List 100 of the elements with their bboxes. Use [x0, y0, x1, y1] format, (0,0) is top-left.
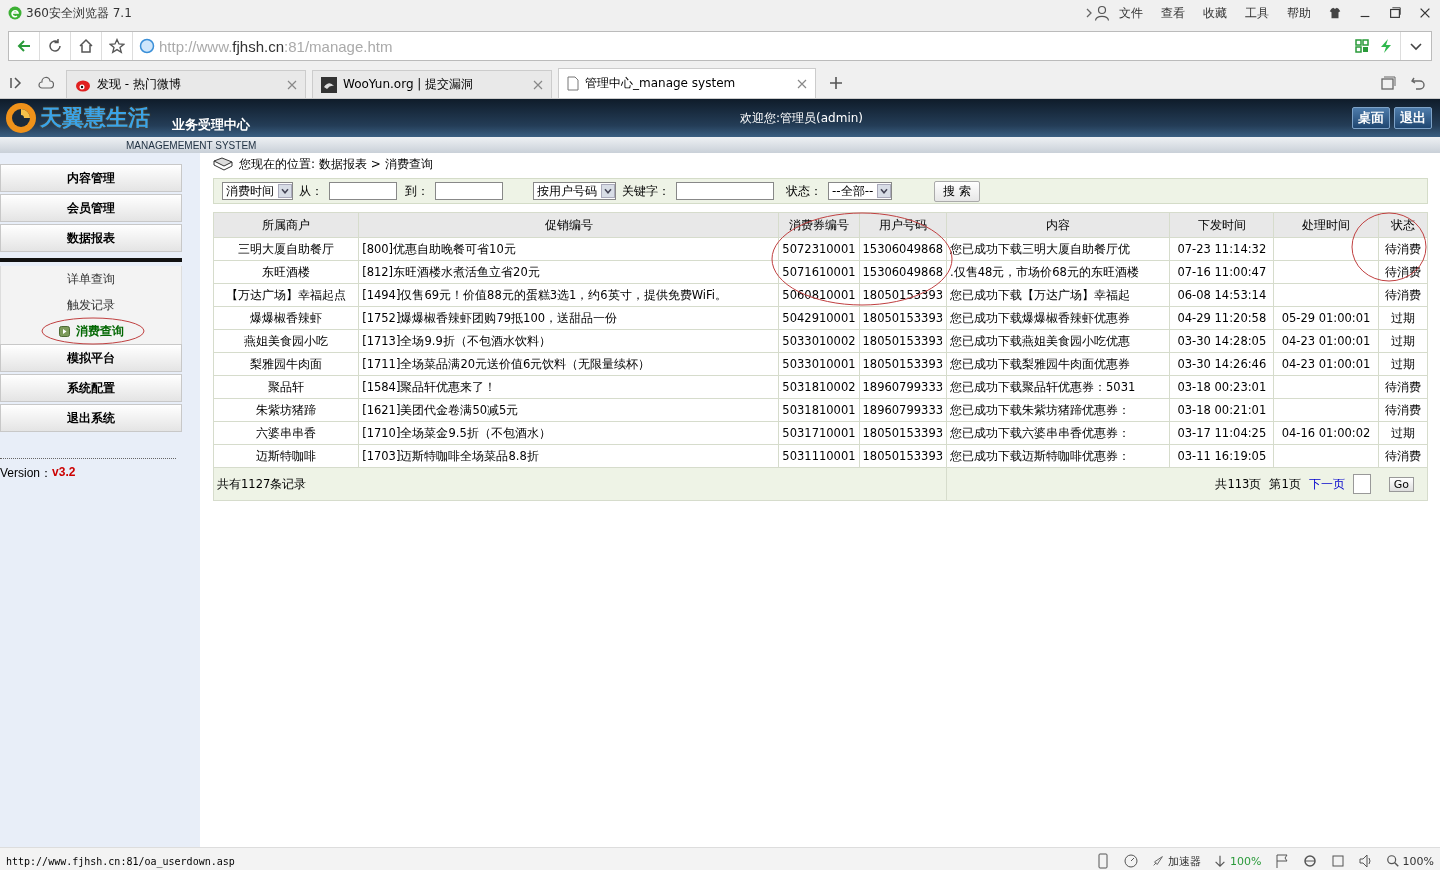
back-icon[interactable]: [16, 38, 32, 54]
table-cell: 04-23 01:00:01: [1273, 329, 1379, 353]
status-url: http://www.fjhsh.cn:81/oa_userdown.asp: [6, 855, 235, 867]
menu-item[interactable]: 查看: [1152, 4, 1194, 22]
table-cell: [812]东旺酒楼水煮活鱼立省20元: [358, 260, 779, 284]
table-cell: 5072310001: [778, 237, 860, 261]
status-label: 状态：: [786, 182, 822, 200]
sidebar-menu-button[interactable]: 模拟平台: [0, 344, 182, 372]
new-tab-icon[interactable]: [828, 75, 844, 91]
table-cell: [1711]全场菜品满20元送价值6元饮料（无限量续杯）: [358, 352, 779, 376]
tab-list-icon[interactable]: [1380, 75, 1396, 91]
column-header: 内容: [946, 212, 1170, 238]
next-page-link[interactable]: 下一页: [1308, 476, 1345, 492]
table-cell: 待消费: [1378, 237, 1428, 261]
speaker-icon[interactable]: [1357, 853, 1374, 869]
from-date-field[interactable]: [329, 182, 397, 200]
star-icon[interactable]: [109, 38, 125, 54]
maximize-icon[interactable]: [1388, 6, 1402, 20]
table-cell: 5071610001: [778, 260, 860, 284]
flag-icon[interactable]: [1273, 853, 1290, 869]
table-cell: 待消费: [1378, 260, 1428, 284]
logo-text: 天翼慧生活: [40, 104, 150, 132]
table-cell: 待消费: [1378, 375, 1428, 399]
table-cell: 5031710001: [778, 421, 860, 445]
version-label: Version：: [0, 465, 53, 482]
tab-close-icon[interactable]: [797, 78, 807, 89]
to-date-field[interactable]: [435, 182, 503, 200]
search-by-select[interactable]: 按用户号码: [533, 182, 616, 200]
menu-item[interactable]: 工具: [1236, 4, 1278, 22]
table-cell: 【万达广场】幸福起点: [213, 283, 359, 307]
column-header: 促销编号: [358, 212, 779, 238]
sidebar-menu-button[interactable]: 数据报表: [0, 224, 182, 252]
reload-icon[interactable]: [47, 38, 63, 54]
url-text: http://www.fjhsh.cn:81/manage.htm: [159, 37, 393, 55]
browser-tab[interactable]: WooYun.org | 提交漏洞: [312, 70, 552, 98]
table-cell: 待消费: [1378, 283, 1428, 307]
sidebar-menu-button[interactable]: 系统配置: [0, 374, 182, 402]
sidebar-toggle-icon[interactable]: [8, 75, 24, 91]
menu-item[interactable]: 帮助: [1278, 4, 1320, 22]
menu-item[interactable]: 文件: [1110, 4, 1152, 22]
to-label: 到：: [405, 182, 429, 200]
cloud-icon[interactable]: [38, 75, 54, 91]
page-count: 共113页: [1215, 476, 1262, 492]
user-icon[interactable]: [1094, 5, 1110, 21]
browser-tab[interactable]: 发现 - 热门微博: [66, 70, 306, 98]
shirt-icon[interactable]: [1328, 6, 1342, 20]
address-bar[interactable]: http://www.fjhsh.cn:81/manage.htm: [8, 31, 1432, 61]
lightning-icon[interactable]: [1378, 38, 1394, 54]
table-cell: 05-29 01:00:01: [1273, 306, 1379, 330]
table-cell: 您已成功下载梨雅园牛肉面优惠券: [946, 352, 1170, 376]
from-label: 从：: [299, 182, 323, 200]
table-cell: 03-30 14:28:05: [1169, 329, 1274, 353]
chevron-right-icon[interactable]: [1084, 6, 1094, 20]
table-cell: 03-18 00:21:01: [1169, 398, 1274, 422]
site-logo-icon: [321, 76, 337, 93]
tab-close-icon[interactable]: [533, 79, 543, 90]
table-cell: 三明大厦自助餐厅: [213, 237, 359, 261]
table-cell: 18050153393: [859, 421, 947, 445]
sidebar-menu-button[interactable]: 退出系统: [0, 404, 182, 432]
sidebar-item[interactable]: 详单查询: [0, 266, 182, 292]
accelerator-button[interactable]: 加速器: [1151, 853, 1202, 869]
sidebar-menu-button[interactable]: 内容管理: [0, 164, 182, 192]
table-cell: 5031810002: [778, 375, 860, 399]
zoom-button[interactable]: 100%: [1385, 854, 1434, 868]
table-cell: 您已成功下载三明大厦自助餐厅优: [946, 237, 1170, 261]
browser-tab[interactable]: 管理中心_manage system: [558, 68, 816, 98]
date-type-select[interactable]: 消费时间: [222, 182, 293, 200]
speed-icon[interactable]: [1123, 853, 1140, 869]
go-button[interactable]: Go: [1388, 476, 1414, 492]
sidebar-menu-button[interactable]: 会员管理: [0, 194, 182, 222]
tab-close-icon[interactable]: [287, 79, 297, 90]
sidebar-item[interactable]: 触发记录: [0, 292, 182, 318]
table-cell: 03-18 00:23:01: [1169, 375, 1274, 399]
globe-icon: [139, 38, 155, 54]
table-cell: 六婆串串香: [213, 421, 359, 445]
table-cell: 东旺酒楼: [213, 260, 359, 284]
search-icon[interactable]: [1385, 854, 1400, 868]
status-select[interactable]: --全部--: [828, 182, 893, 200]
undo-icon[interactable]: [1410, 75, 1426, 91]
home-icon[interactable]: [78, 38, 94, 54]
table-cell: 您已成功下载朱紫坊猪蹄优惠券：: [946, 398, 1170, 422]
search-button[interactable]: 搜 索: [934, 180, 981, 202]
sidebar-item[interactable]: 消费查询: [0, 318, 182, 344]
header-button[interactable]: 退出: [1394, 107, 1432, 129]
table-cell: .仅售48元，市场价68元的东旺酒楼: [946, 260, 1170, 284]
table-cell: 5042910001: [778, 306, 860, 330]
close-icon[interactable]: [1418, 6, 1432, 20]
keyword-field[interactable]: [676, 182, 774, 200]
system-subtitle: 业务受理中心: [172, 116, 250, 134]
download-arrow-icon[interactable]: [1213, 854, 1228, 868]
table-cell: [1710]全场菜金9.5折（不包酒水）: [358, 421, 779, 445]
page-number-field[interactable]: [1352, 474, 1371, 494]
table-cell: 04-23 01:00:01: [1273, 352, 1379, 376]
header-button[interactable]: 桌面: [1352, 107, 1390, 129]
menu-item[interactable]: 收藏: [1194, 4, 1236, 22]
table-cell: 待消费: [1378, 444, 1428, 468]
table-cell: 过期: [1378, 329, 1428, 353]
table-cell: 04-16 01:00:02: [1273, 421, 1379, 445]
rocket-icon[interactable]: [1151, 854, 1166, 868]
qr-code-icon[interactable]: [1354, 38, 1370, 54]
